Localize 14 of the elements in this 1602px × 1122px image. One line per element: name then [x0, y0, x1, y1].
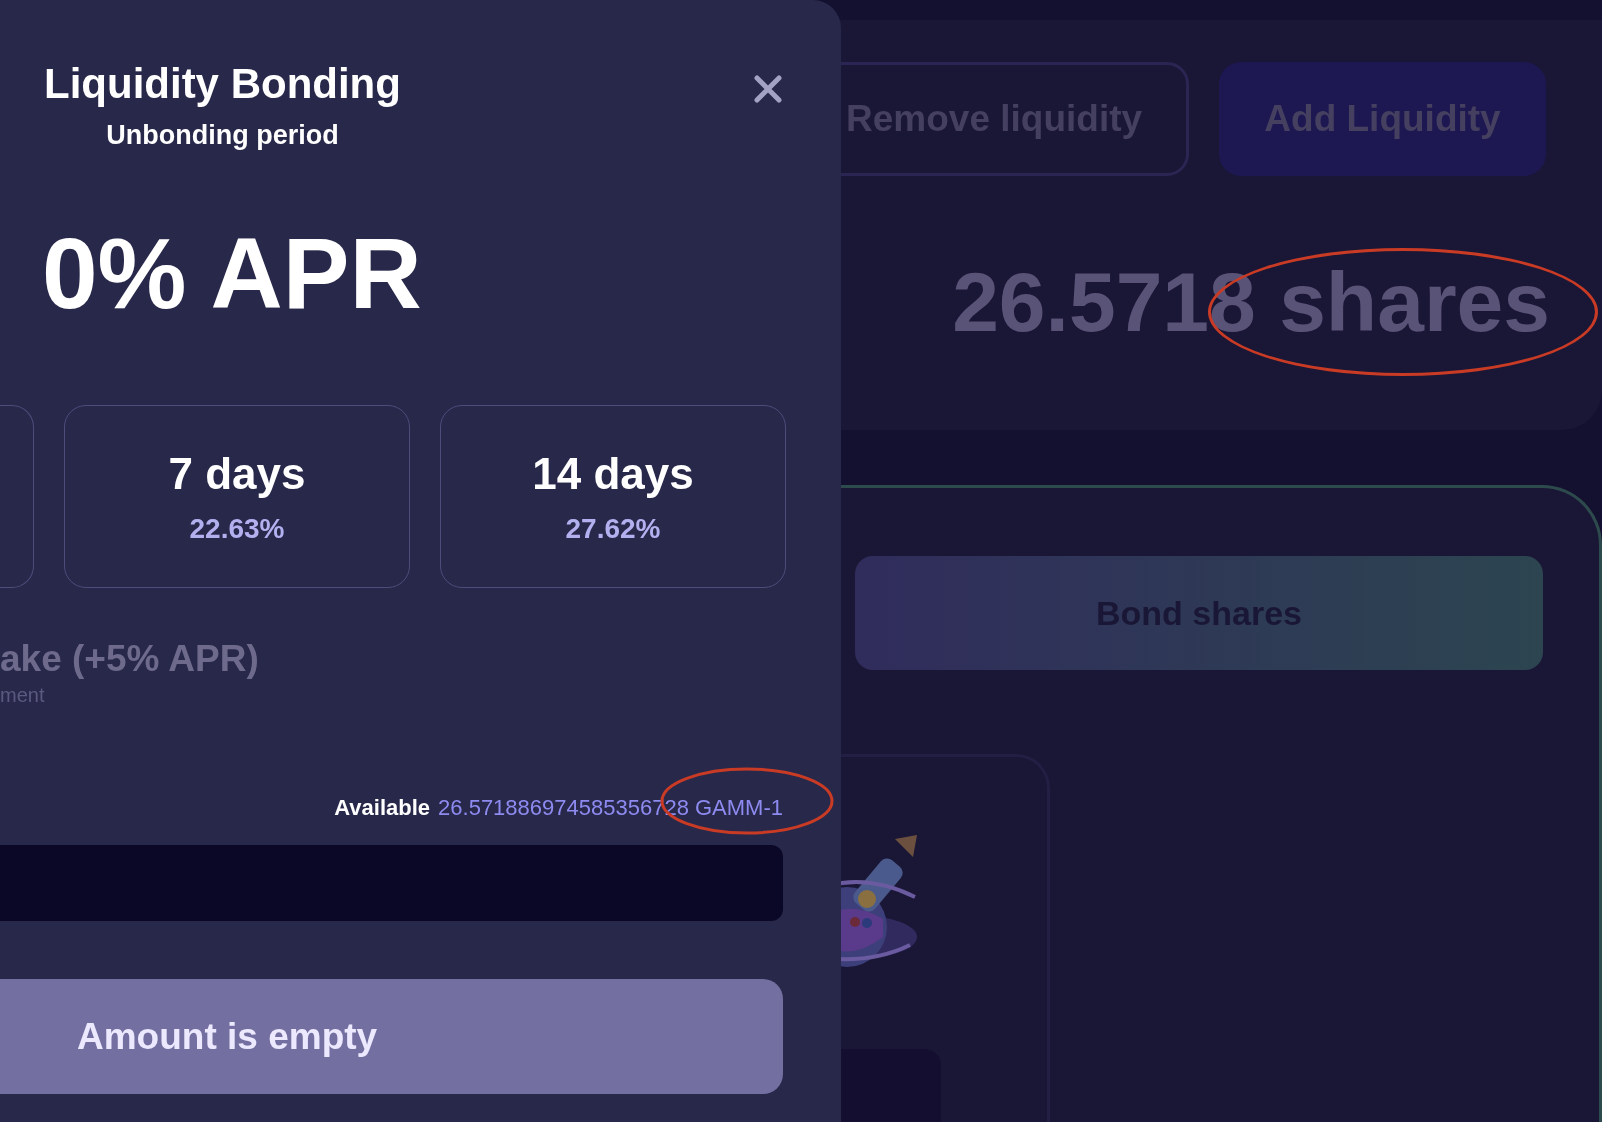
- duration-card[interactable]: 14 days 27.62%: [440, 405, 786, 588]
- duration-card[interactable]: 7 days 22.63%: [64, 405, 410, 588]
- modal-subtitle: Unbonding period: [106, 120, 339, 151]
- amount-field[interactable]: [0, 845, 783, 921]
- duration-label: 7 days: [168, 448, 306, 499]
- superfluid-title: ake (+5% APR): [0, 638, 260, 680]
- duration-apr: 27.62%: [565, 512, 661, 545]
- modal-title: Liquidity Bonding: [44, 60, 401, 108]
- available-label: Available: [334, 795, 431, 821]
- duration-label: 14 days: [532, 448, 694, 499]
- duration-card[interactable]: [0, 405, 34, 588]
- apr-value: 0% APR: [42, 223, 423, 323]
- duration-apr: 22.63%: [189, 512, 285, 545]
- close-icon[interactable]: [753, 74, 783, 104]
